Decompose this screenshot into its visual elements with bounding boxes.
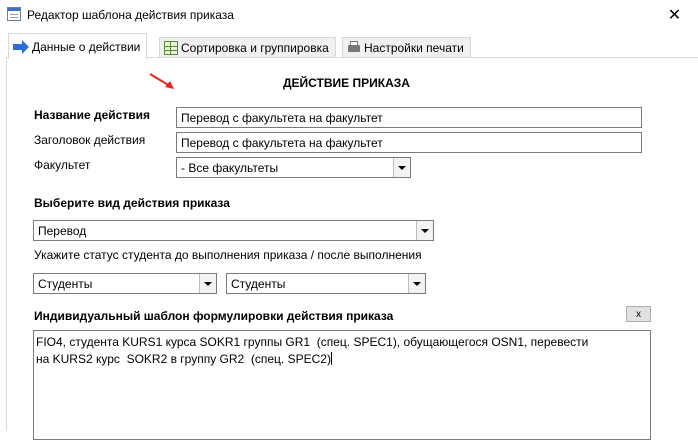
table-icon <box>164 40 178 55</box>
app-window-icon <box>7 7 21 21</box>
template-line-2: на KURS2 курс SOKR2 в группу GR2 (спец. … <box>36 352 331 366</box>
dialog-window: Редактор шаблона действия приказа ✕ Данн… <box>0 0 698 440</box>
action-name-label: Название действия <box>34 108 150 122</box>
arrow-right-icon <box>13 39 29 54</box>
faculty-select[interactable]: - Все факультеты <box>176 157 411 178</box>
status-hint-label: Укажите статус студента до выполнения пр… <box>34 248 422 262</box>
tab-label: Сортировка и группировка <box>181 40 329 55</box>
chevron-down-icon[interactable] <box>393 158 410 177</box>
action-header-input[interactable]: Перевод с факультета на факультет <box>176 132 642 153</box>
status-before-value: Студенты <box>38 277 93 291</box>
action-name-input[interactable]: Перевод с факультета на факультет <box>176 107 642 128</box>
chevron-down-icon[interactable] <box>408 274 425 293</box>
faculty-label: Факультет <box>34 158 91 172</box>
tab-label: Настройки печати <box>364 40 464 55</box>
tab-strip: Данные о действии Сортировка и группиров… <box>0 30 698 59</box>
action-type-select-value: Перевод <box>38 224 87 238</box>
tab-action-data[interactable]: Данные о действии <box>8 33 148 59</box>
tab-print-settings[interactable]: Настройки печати <box>342 37 471 57</box>
tab-sorting-grouping[interactable]: Сортировка и группировка <box>159 37 336 57</box>
chevron-down-icon[interactable] <box>416 221 433 240</box>
status-after-value: Студенты <box>231 277 286 291</box>
template-line-1: FIO4, студента KURS1 курса SOKR1 группы … <box>36 335 589 349</box>
printer-icon <box>347 40 361 55</box>
action-type-select[interactable]: Перевод <box>33 220 434 241</box>
clear-template-button[interactable]: x <box>626 306 651 322</box>
close-button[interactable]: ✕ <box>651 0 698 30</box>
text-caret <box>330 352 332 365</box>
template-label: Индивидуальный шаблон формулировки дейст… <box>34 309 394 323</box>
title-bar[interactable]: Редактор шаблона действия приказа ✕ <box>0 0 698 31</box>
window-title: Редактор шаблона действия приказа <box>27 8 234 22</box>
chevron-down-icon[interactable] <box>199 274 216 293</box>
status-before-select[interactable]: Студенты <box>33 273 217 294</box>
faculty-select-value: - Все факультеты <box>181 161 279 175</box>
action-header-label: Заголовок действия <box>34 133 146 147</box>
template-textarea[interactable]: FIO4, студента KURS1 курса SOKR1 группы … <box>33 330 651 440</box>
status-after-select[interactable]: Студенты <box>226 273 426 294</box>
annotation-arrow-icon <box>149 73 174 89</box>
tab-label: Данные о действии <box>32 39 141 54</box>
action-type-label: Выберите вид действия приказа <box>34 196 230 210</box>
